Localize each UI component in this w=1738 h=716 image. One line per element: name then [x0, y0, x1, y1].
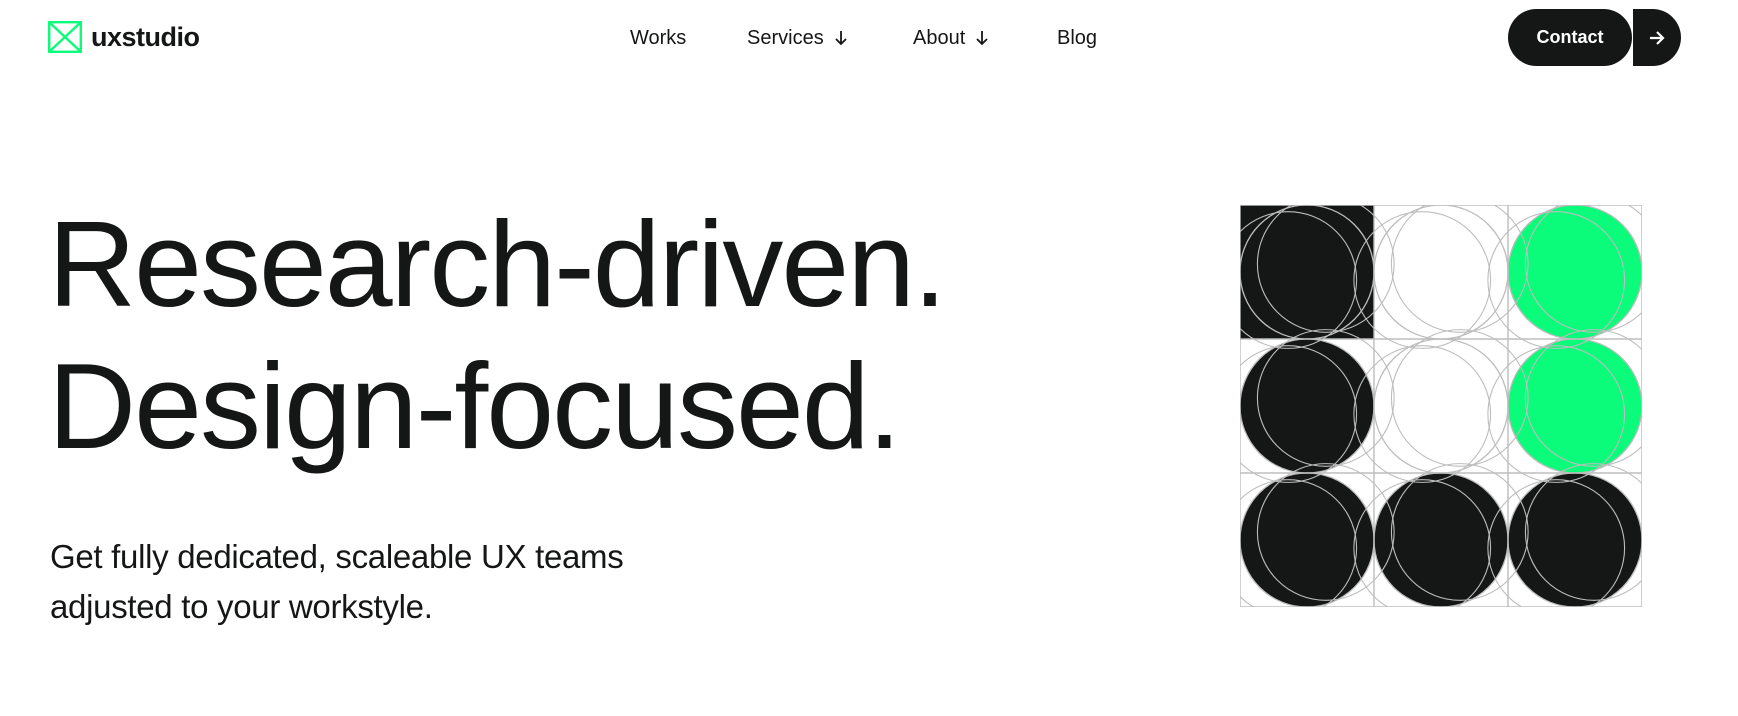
- uxstudio-logo-icon: [48, 21, 82, 53]
- brand-name: uxstudio: [91, 22, 200, 52]
- nav-item-label: Works: [630, 27, 687, 49]
- headline-line-2: Design-focused.: [48, 338, 902, 474]
- contact-arrow-button[interactable]: [1633, 9, 1681, 66]
- hero-headline: Research-driven. Design-focused.: [48, 193, 947, 477]
- hero-subheadline: Get fully dedicated, scaleable UX teams …: [50, 532, 750, 632]
- arrow-down-icon: [835, 31, 847, 46]
- subheadline-line-1: Get fully dedicated, scaleable UX teams: [50, 538, 624, 575]
- headline-line-1: Research-driven.: [48, 196, 947, 332]
- nav-item-label: About: [913, 27, 966, 49]
- contact-button[interactable]: Contact: [1508, 9, 1632, 66]
- circle-grid-graphic: [1240, 205, 1642, 607]
- nav-item-about[interactable]: About: [913, 24, 989, 52]
- site-header: uxstudio Works Services About Blog Conta…: [0, 0, 1738, 76]
- arrow-down-icon: [976, 31, 988, 46]
- nav-item-label: Blog: [1057, 27, 1098, 49]
- arrow-right-icon: [1650, 30, 1665, 45]
- logo-link[interactable]: uxstudio: [48, 21, 200, 53]
- nav-item-blog[interactable]: Blog: [1057, 24, 1097, 52]
- nav-item-services[interactable]: Services: [747, 24, 848, 52]
- nav-item-label: Services: [747, 27, 824, 49]
- nav-item-works[interactable]: Works: [630, 24, 686, 52]
- subheadline-line-2: adjusted to your workstyle.: [50, 588, 433, 625]
